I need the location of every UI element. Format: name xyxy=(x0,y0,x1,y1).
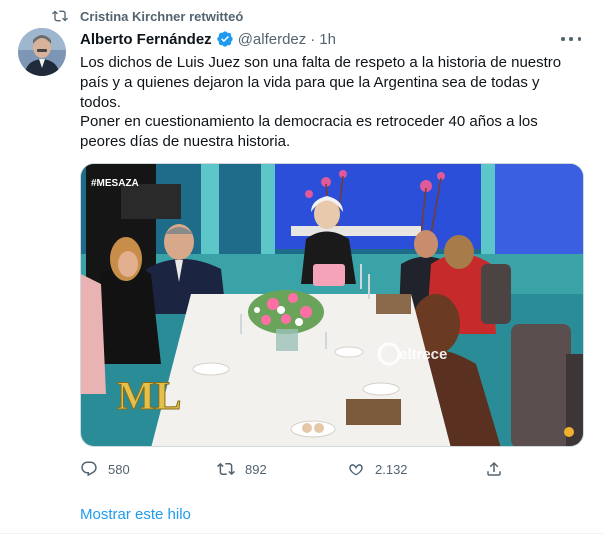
retweet-count: 892 xyxy=(245,461,267,477)
like-count: 2.132 xyxy=(375,461,408,477)
heart-icon xyxy=(349,464,363,476)
tweet-header: Alberto Fernández @alferdez · 1h xyxy=(80,28,583,50)
like-button[interactable]: 2.132 xyxy=(347,458,408,480)
retweet-context[interactable]: Cristina Kirchner retwitteó xyxy=(52,7,243,25)
tweet-text-paragraph-2: Poner en cuestionamiento la democracia e… xyxy=(80,113,538,150)
show-thread-link[interactable]: Mostrar este hilo xyxy=(80,506,191,523)
share-button[interactable] xyxy=(485,458,513,480)
tweet-text-paragraph-1: Los dichos de Luis Juez son una falta de… xyxy=(80,54,562,111)
verified-badge-icon xyxy=(216,30,234,48)
reply-button[interactable]: 580 xyxy=(80,458,130,480)
retweet-icon xyxy=(52,8,68,24)
show-logo: ML xyxy=(117,373,181,418)
reply-icon xyxy=(81,461,97,477)
author-name[interactable]: Alberto Fernández xyxy=(80,31,212,48)
author-handle[interactable]: @alferdez xyxy=(238,31,307,48)
channel-watermark: eltrece xyxy=(399,346,447,363)
reply-count: 580 xyxy=(108,461,130,477)
timestamp[interactable]: 1h xyxy=(319,31,336,48)
tweet-actions: 580 892 2.132 xyxy=(80,458,501,480)
retweet-context-label: Cristina Kirchner retwitteó xyxy=(80,8,244,24)
tweet-card[interactable]: Cristina Kirchner retwitteó Alberto Fern… xyxy=(0,0,603,534)
tweet-media-image[interactable]: #MESAZA ML eltrece xyxy=(80,163,584,447)
avatar[interactable] xyxy=(18,28,66,76)
retweet-icon xyxy=(217,462,235,476)
retweet-button[interactable]: 892 xyxy=(217,458,267,480)
share-icon xyxy=(487,461,501,476)
more-options-icon[interactable] xyxy=(561,30,581,48)
media-tag: #MESAZA xyxy=(91,178,139,189)
separator-dot: · xyxy=(310,30,316,48)
